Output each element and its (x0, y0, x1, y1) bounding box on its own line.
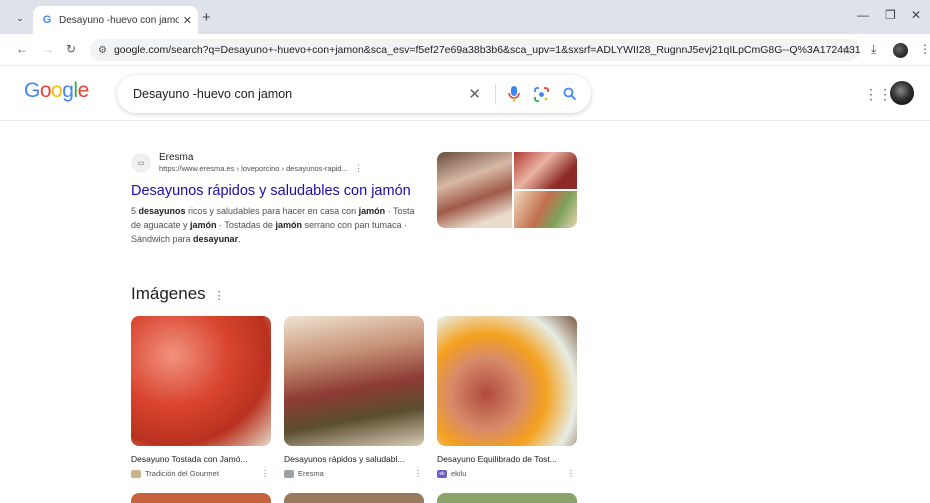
logo-letter: o (39, 79, 52, 102)
close-window-icon[interactable]: ✕ (911, 8, 921, 22)
star-icon[interactable]: ☆ (841, 43, 852, 57)
image-source[interactable]: Tradición del Gourmet ⋮ (131, 469, 271, 478)
image-card[interactable]: Desayuno Tostada con Jamó... Tradición d… (131, 316, 271, 478)
image-card[interactable]: Desayunos rápidos y saludabl... Eresma ⋮ (284, 316, 424, 478)
thumbnail-image[interactable] (437, 152, 512, 228)
reload-icon[interactable]: ↻ (66, 42, 76, 56)
snippet-text: ricos y saludables para hacer en casa co… (185, 206, 359, 216)
image-caption[interactable]: Desayuno Equilibrado de Tost... (437, 454, 567, 464)
tab-title: Desayuno -huevo con jamon - Buscar con G… (59, 14, 179, 26)
image-thumbnail[interactable] (437, 493, 577, 503)
thumbnail-image[interactable] (514, 191, 577, 228)
snippet-highlight: desayunar (193, 234, 239, 244)
image-caption[interactable]: Desayunos rápidos y saludabl... (284, 454, 414, 464)
minimize-icon[interactable]: — (857, 8, 869, 22)
snippet-text: . (238, 234, 241, 244)
source-url: https://www.eresma.es › loveporcino › de… (159, 164, 348, 173)
address-bar[interactable]: ⚙ google.com/search?q=Desayuno+-huevo+co… (90, 39, 860, 61)
result-title-link[interactable]: Desayunos rápidos y saludables con jamón (131, 183, 421, 199)
image-source[interactable]: ek ekilu ⋮ (437, 469, 577, 478)
browser-toolbar: ← → ↻ ⚙ google.com/search?q=Desayuno+-hu… (0, 34, 930, 66)
search-input[interactable]: Desayuno -huevo con jamon (133, 87, 468, 101)
microphone-icon[interactable] (508, 86, 520, 102)
profile-avatar[interactable] (893, 43, 908, 58)
logo-letter: o (51, 79, 63, 102)
browser-tab[interactable]: G Desayuno -huevo con jamon - Buscar con… (33, 6, 198, 34)
snippet-highlight: jamón (190, 220, 217, 230)
google-favicon-icon: G (42, 14, 52, 26)
snippet-text: · Tostadas de (216, 220, 276, 230)
download-icon[interactable]: ⤓ (871, 42, 876, 57)
image-thumbnail[interactable] (131, 316, 271, 446)
google-header: Google Desayuno -huevo con jamon ✕ ⋮⋮⋮ (0, 67, 930, 121)
logo-letter: G (24, 79, 40, 102)
tune-icon[interactable]: ⚙ (98, 45, 107, 56)
kebab-menu-icon[interactable]: ⋮ (567, 469, 575, 478)
snippet-highlight: jamón (275, 220, 302, 230)
image-source[interactable]: Eresma ⋮ (284, 469, 424, 478)
image-source-name: Eresma (298, 469, 324, 478)
url-text[interactable]: google.com/search?q=Desayuno+-huevo+con+… (114, 44, 860, 56)
source-favicon-icon: ek (437, 469, 447, 478)
image-thumbnail[interactable] (284, 316, 424, 446)
images-section-heading: Imágenes ⋮ (131, 284, 225, 304)
forward-arrow-icon[interactable]: → (42, 42, 54, 56)
image-source-name: Tradición del Gourmet (145, 469, 219, 478)
kebab-menu-icon[interactable]: ⋮ (414, 469, 422, 478)
logo-letter: e (77, 79, 90, 102)
clear-icon[interactable]: ✕ (468, 85, 481, 103)
kebab-menu-icon[interactable]: ⋮ (261, 469, 269, 478)
snippet-text: 5 (131, 206, 139, 216)
source-favicon-icon (131, 469, 141, 478)
image-thumbnail[interactable] (437, 316, 577, 446)
close-icon[interactable]: ✕ (183, 14, 192, 27)
image-source-name: ekilu (451, 469, 467, 478)
kebab-menu-icon[interactable]: ⋮ (214, 290, 225, 302)
search-result: ▭ Eresma https://www.eresma.es › lovepor… (131, 152, 421, 246)
lens-icon[interactable] (534, 86, 549, 102)
chevron-down-icon: ⌄ (16, 12, 24, 23)
kebab-menu-icon[interactable]: ⋮ (919, 42, 930, 56)
account-avatar[interactable] (890, 81, 914, 105)
image-thumbnail[interactable] (284, 493, 424, 503)
snippet-highlight: jamón (358, 206, 386, 216)
plus-icon[interactable]: + (202, 9, 211, 26)
thumbnail-image[interactable] (514, 152, 577, 189)
google-logo[interactable]: Google (24, 79, 89, 103)
restore-icon[interactable]: ❐ (885, 8, 896, 22)
divider (495, 84, 496, 104)
search-icon[interactable] (563, 87, 577, 101)
back-arrow-icon[interactable]: ← (16, 42, 28, 56)
images-heading-text: Imágenes (131, 284, 206, 303)
image-thumbnail[interactable] (131, 493, 271, 503)
search-box[interactable]: Desayuno -huevo con jamon ✕ (117, 75, 591, 113)
result-snippet: 5 desayunos ricos y saludables para hace… (131, 204, 416, 246)
source-favicon-icon (284, 469, 294, 478)
result-source[interactable]: ▭ Eresma https://www.eresma.es › lovepor… (131, 152, 421, 174)
tab-strip: ⌄ G Desayuno -huevo con jamon - Buscar c… (0, 0, 930, 34)
snippet-highlight: desayunos (138, 206, 186, 216)
image-card[interactable]: Desayuno Equilibrado de Tost... ek ekilu… (437, 316, 577, 478)
image-caption[interactable]: Desayuno Tostada con Jamó... (131, 454, 261, 464)
tab-search-button[interactable]: ⌄ (10, 9, 30, 27)
kebab-menu-icon[interactable]: ⋮ (354, 163, 363, 174)
source-name: Eresma (159, 152, 194, 163)
result-thumbnails[interactable] (437, 152, 577, 228)
eresma-favicon-icon: ▭ (131, 153, 151, 173)
logo-letter: g (62, 79, 74, 102)
